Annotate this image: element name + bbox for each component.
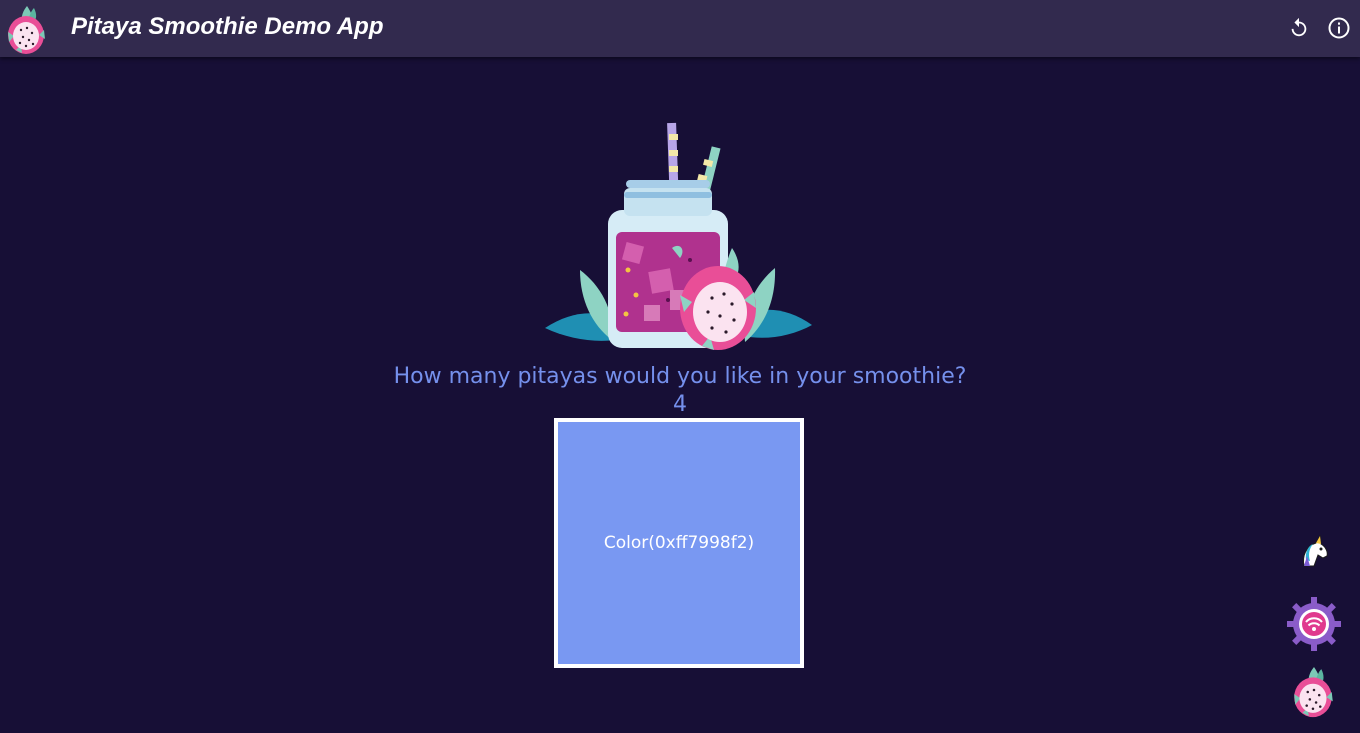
smoothie-question: How many pitayas would you like in your …: [393, 364, 967, 389]
pitaya-logo-icon: [8, 6, 45, 54]
info-button[interactable]: [1326, 15, 1352, 41]
pitaya-button[interactable]: [1290, 662, 1338, 720]
pitaya-count: 4: [673, 392, 687, 417]
color-box[interactable]: Color(0xff7998f2): [554, 418, 804, 668]
smoothie-jar-illustration: [545, 122, 812, 350]
gear-wifi-icon: [1287, 597, 1341, 651]
unicorn-button[interactable]: [1296, 534, 1332, 570]
devtools-button[interactable]: [1286, 596, 1342, 652]
app-title: Pitaya Smoothie Demo App: [71, 13, 384, 40]
info-icon: [1328, 17, 1350, 39]
pitaya-icon: [1294, 667, 1333, 718]
refresh-icon: [1291, 17, 1307, 37]
app-bar: Pitaya Smoothie Demo App: [0, 0, 1360, 57]
reset-button[interactable]: [1286, 15, 1312, 41]
color-box-label: Color(0xff7998f2): [603, 533, 755, 553]
unicorn-icon: [1303, 534, 1328, 567]
